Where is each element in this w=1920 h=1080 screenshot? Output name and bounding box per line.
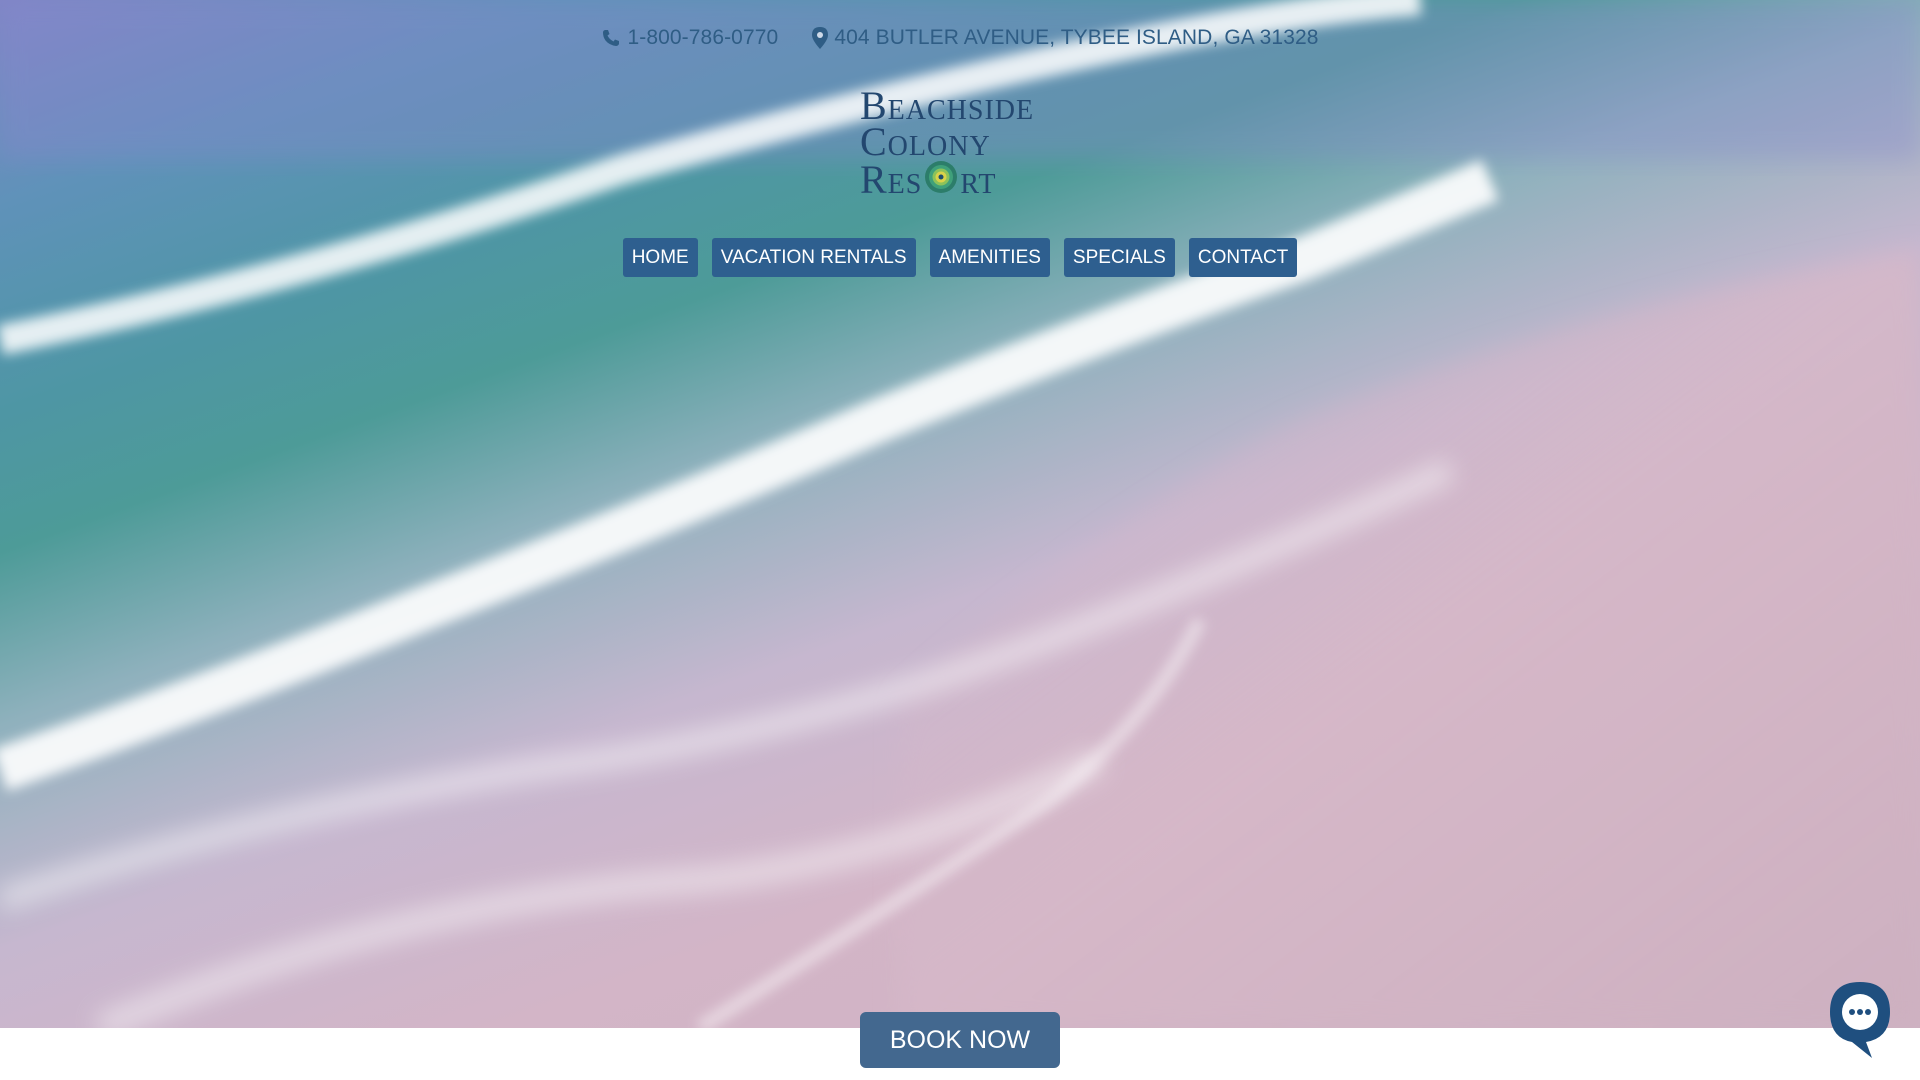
chat-bubble-icon [1828,982,1892,1064]
book-now-button[interactable]: BOOK NOW [860,1012,1060,1068]
logo-line-3-end: rt [960,156,997,202]
map-pin-icon [812,27,829,49]
nav-specials[interactable]: SPECIALS [1063,238,1175,277]
hero-background: 1-800-786-0770 404 BUTLER AVENUE, TYBEE … [0,0,1920,1028]
logo-line-3: Res rt [860,156,1060,202]
nav-amenities[interactable]: AMENITIES [929,238,1050,277]
contact-bar: 1-800-786-0770 404 BUTLER AVENUE, TYBEE … [0,26,1920,50]
address-link[interactable]: 404 BUTLER AVENUE, TYBEE ISLAND, GA 3132… [812,26,1318,50]
nautilus-shell-icon [924,160,958,199]
logo-line-3-start: Res [860,156,923,202]
address-text: 404 BUTLER AVENUE, TYBEE ISLAND, GA 3132… [834,26,1319,49]
resort-logo[interactable]: Beachside Colony Res rt [860,86,1060,202]
main-nav: HOME VACATION RENTALS AMENITIES SPECIALS… [0,238,1920,277]
nav-contact[interactable]: CONTACT [1188,238,1298,277]
phone-icon [601,28,621,48]
logo-line-2: Colony [860,119,991,164]
phone-link[interactable]: 1-800-786-0770 [601,26,778,50]
nav-home[interactable]: HOME [622,238,698,277]
phone-number: 1-800-786-0770 [627,26,779,49]
chat-widget-button[interactable] [1828,980,1892,1060]
nav-vacation-rentals[interactable]: VACATION RENTALS [711,238,916,277]
